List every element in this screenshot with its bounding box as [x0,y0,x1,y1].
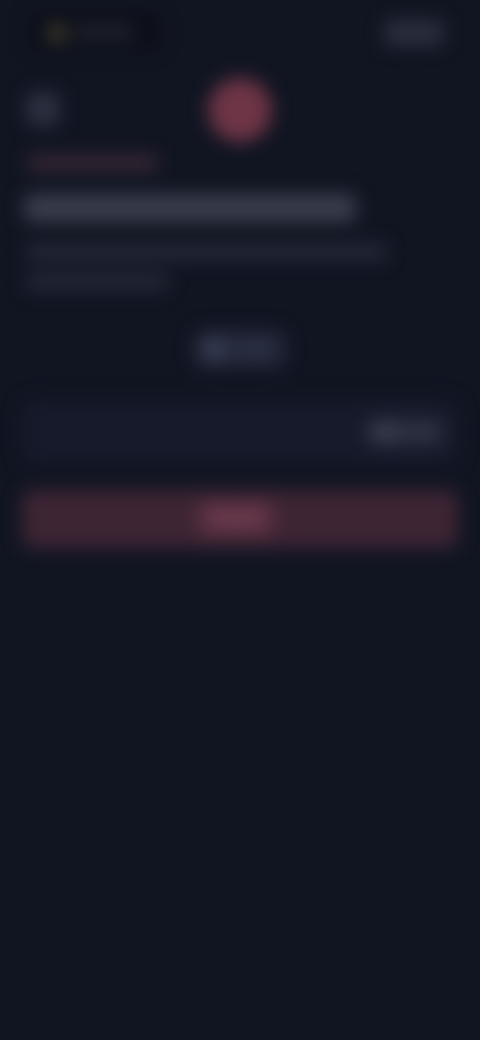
amount-badge[interactable] [366,418,444,446]
badge-token-icon [372,424,400,440]
app-logo-icon [48,24,66,42]
app-screen [0,0,480,1040]
brand-logo[interactable] [30,12,160,50]
token-selector-label [238,343,272,355]
amount-badge-label [408,426,436,438]
blurred-content [0,0,480,1040]
header-action-button[interactable] [384,20,444,46]
amount-input-row [22,400,458,464]
back-icon[interactable] [26,92,60,126]
token-icon [204,339,226,359]
eyebrow-label [28,156,158,170]
avatar-icon [208,78,272,142]
token-selector[interactable] [194,330,286,368]
description-line-1 [26,244,386,260]
description-line-2 [26,274,168,290]
button-label-shape [210,510,262,526]
top-bar [18,6,462,50]
amount-input[interactable] [36,418,340,448]
brand-name [74,25,134,39]
page-title [24,194,356,222]
